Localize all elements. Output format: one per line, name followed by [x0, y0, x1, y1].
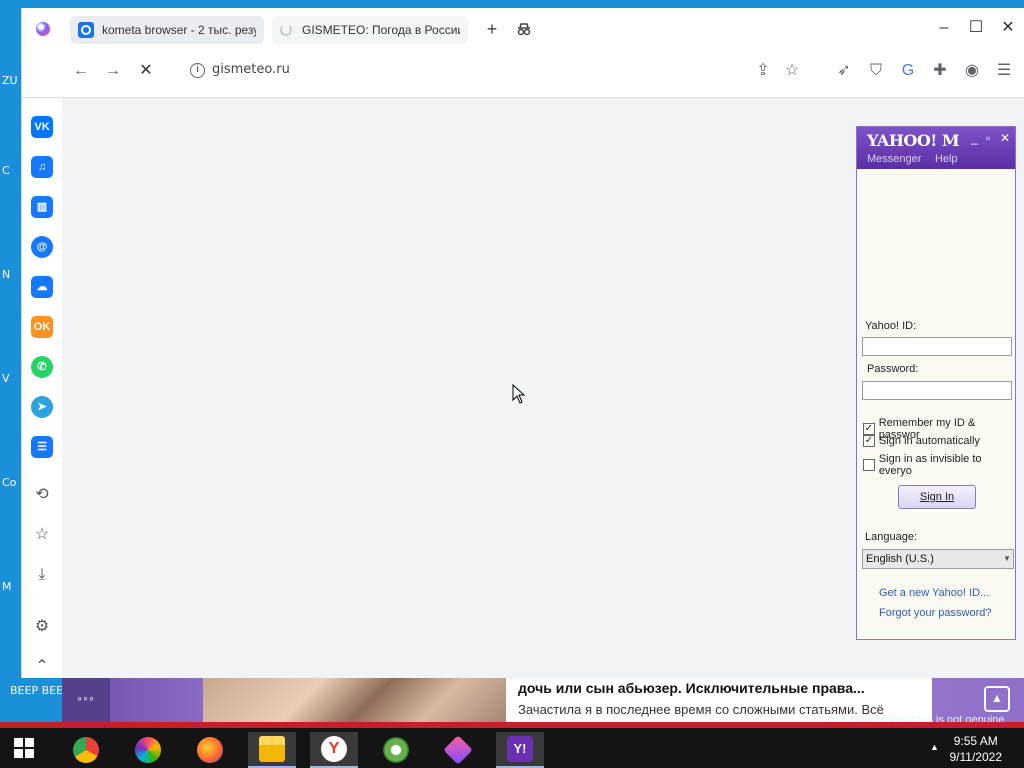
- yahoo-logo: YAHOO! M: [867, 131, 960, 150]
- history-icon[interactable]: ⟲: [31, 484, 53, 506]
- new-id-link[interactable]: Get a new Yahoo! ID...: [879, 587, 989, 599]
- mail-icon[interactable]: @: [31, 236, 53, 258]
- maximize-icon[interactable]: ▫: [986, 131, 990, 145]
- yahoo-messenger-window: YAHOO! M _ ▫ ✕ Messenger Help Yahoo! ID:…: [856, 126, 1016, 640]
- telegram-icon[interactable]: ➤: [31, 396, 53, 418]
- file-explorer-icon[interactable]: [248, 732, 296, 768]
- invisible-checkbox[interactable]: Sign in as invisible to everyo: [863, 453, 1015, 477]
- kometa-app-icon[interactable]: [124, 732, 172, 768]
- camera-app-icon[interactable]: [372, 732, 420, 768]
- cloud-icon[interactable]: ☁: [31, 276, 53, 298]
- yahoo-id-input[interactable]: [862, 337, 1012, 356]
- menu-messenger[interactable]: Messenger: [867, 153, 921, 165]
- system-clock[interactable]: 9:55 AM 9/11/2022: [950, 733, 1003, 765]
- forgot-password-link[interactable]: Forgot your password?: [879, 607, 992, 619]
- site-info-icon[interactable]: i: [190, 63, 205, 78]
- tab-title: kometa browser - 2 тыс. резу: [102, 23, 256, 37]
- address-bar[interactable]: gismeteo.ru: [212, 62, 290, 77]
- shield-icon[interactable]: ⛉: [865, 60, 887, 82]
- clock-date: 9/11/2022: [949, 750, 1003, 764]
- language-label: Language:: [865, 531, 917, 543]
- chevron-up-icon[interactable]: ⌃: [31, 656, 53, 678]
- incognito-icon[interactable]: [515, 20, 533, 38]
- stop-loading-icon[interactable]: ✕: [135, 60, 157, 82]
- auto-signin-checkbox[interactable]: ✓ Sign in automatically: [863, 435, 980, 447]
- close-icon[interactable]: ✕: [1000, 131, 1010, 145]
- yahoo-messenger-taskbar-icon[interactable]: Y!: [496, 732, 544, 768]
- favorites-star-icon[interactable]: ☆: [31, 524, 53, 546]
- firefox-icon[interactable]: [186, 732, 234, 768]
- check-icon: ✓: [863, 423, 875, 435]
- checkbox-label: Sign in as invisible to everyo: [878, 453, 982, 477]
- search-icon: [78, 22, 94, 38]
- taskbar: Y Y! ▲ 9:55 AM 9/11/2022: [0, 728, 1024, 768]
- desktop-label[interactable]: M: [2, 580, 12, 593]
- settings-gear-icon[interactable]: ⚙: [31, 616, 53, 638]
- menu-icon[interactable]: ☰: [993, 60, 1015, 82]
- translate-icon[interactable]: G: [897, 60, 919, 82]
- yahoo-header: YAHOO! M _ ▫ ✕ Messenger Help: [857, 127, 1015, 169]
- tray-chevron-up-icon[interactable]: ▲: [930, 742, 939, 752]
- tab-bar: kometa browser - 2 тыс. резу GISMETEO: П…: [22, 8, 1024, 52]
- banner-photo: [203, 678, 506, 722]
- gem-app-icon[interactable]: [434, 732, 482, 768]
- password-input[interactable]: [862, 381, 1012, 400]
- windows-start-icon[interactable]: [14, 738, 34, 758]
- unchecked-box: [863, 459, 875, 471]
- yandex-browser-icon[interactable]: Y: [310, 732, 358, 768]
- account-icon[interactable]: ◉: [961, 60, 983, 82]
- new-tab-icon[interactable]: +: [483, 20, 501, 38]
- desktop-label[interactable]: BEEP BEEP: [10, 684, 70, 697]
- desktop-label[interactable]: N: [2, 268, 10, 281]
- back-icon[interactable]: ←: [70, 60, 92, 82]
- forward-icon[interactable]: →: [102, 60, 124, 82]
- stats-icon[interactable]: ▥: [31, 196, 53, 218]
- downloads-icon[interactable]: ⤓: [31, 564, 53, 586]
- language-value: English (U.S.): [866, 553, 934, 565]
- sidebar: VK ♫ ▥ @ ☁ OK ✆ ➤ ☰ ⟲ ☆ ⤓ ⚙ ⌃: [22, 98, 62, 678]
- tab-gismeteo[interactable]: GISMETEO: Погода в России: [272, 16, 468, 44]
- image-icon[interactable]: ▲: [984, 686, 1010, 712]
- bookmark-star-icon[interactable]: ☆: [781, 60, 803, 82]
- desktop-label[interactable]: C: [2, 164, 10, 177]
- music-icon[interactable]: ♫: [31, 156, 53, 178]
- kometa-logo-icon[interactable]: [36, 22, 50, 36]
- close-icon[interactable]: ✕: [998, 18, 1018, 38]
- menu-help[interactable]: Help: [935, 153, 958, 165]
- yahoo-id-label: Yahoo! ID:: [865, 320, 917, 332]
- minimize-icon[interactable]: –: [934, 18, 954, 38]
- chrome-icon[interactable]: [62, 732, 110, 768]
- banner-title: дочь или сын абьюзер. Исключительные пра…: [518, 680, 865, 696]
- minimize-icon[interactable]: _: [971, 131, 978, 145]
- desktop-label[interactable]: Co: [2, 476, 16, 489]
- tab-title: GISMETEO: Погода в России: [302, 23, 460, 37]
- language-select[interactable]: English (U.S.) ▼: [862, 549, 1014, 569]
- ok-icon[interactable]: OK: [31, 316, 53, 338]
- list-icon[interactable]: ☰: [31, 436, 53, 458]
- checkbox-label: Sign in automatically: [879, 435, 980, 447]
- clock-time: 9:55 AM: [953, 734, 998, 748]
- extensions-icon[interactable]: ✚: [929, 60, 951, 82]
- password-label: Password:: [867, 363, 919, 375]
- whatsapp-icon[interactable]: ✆: [31, 356, 53, 378]
- vk-icon[interactable]: VK: [31, 116, 53, 138]
- chevron-down-icon: ▼: [1003, 554, 1011, 563]
- share-icon[interactable]: ⇪: [752, 60, 774, 82]
- desktop-label[interactable]: ZU: [2, 74, 18, 87]
- tab-kometa[interactable]: kometa browser - 2 тыс. резу: [70, 16, 264, 44]
- more-icon[interactable]: ◦◦◦: [62, 678, 110, 722]
- desktop-label[interactable]: V: [2, 372, 10, 385]
- sign-in-button[interactable]: Sign In: [898, 485, 976, 509]
- rocket-icon[interactable]: ➶: [833, 60, 855, 82]
- loading-spinner-icon: [280, 24, 292, 36]
- check-icon: ✓: [863, 435, 875, 447]
- maximize-icon[interactable]: ☐: [966, 18, 986, 38]
